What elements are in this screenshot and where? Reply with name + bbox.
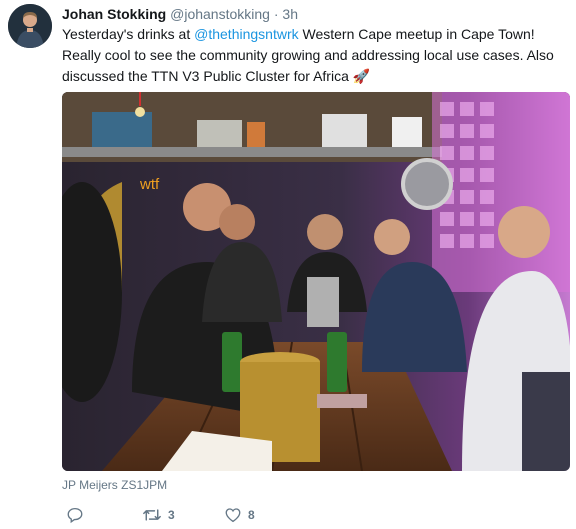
tweet-text: Yesterday's drinks at @thethingsntwrk We… (62, 24, 572, 87)
retweet-button[interactable]: 3 (142, 506, 175, 524)
reply-button[interactable] (66, 506, 84, 524)
tweet-header: Johan Stokking @johanstokking · 3h (62, 6, 298, 23)
tweet-text-start: Yesterday's drinks at (62, 26, 195, 42)
timestamp[interactable]: 3h (282, 6, 298, 22)
user-handle[interactable]: @johanstokking (170, 6, 270, 22)
neon-sign-text: wtf (139, 176, 160, 193)
display-name[interactable]: Johan Stokking (62, 6, 166, 22)
tweet-actions: 3 8 (62, 506, 362, 526)
meetup-photo: wtf (62, 92, 570, 471)
avatar-image (8, 4, 52, 48)
separator-dot: · (273, 6, 279, 22)
heart-icon (225, 508, 241, 523)
tweet-card[interactable]: Johan Stokking @johanstokking · 3h Yeste… (0, 0, 576, 529)
like-button[interactable]: 8 (224, 506, 255, 524)
retweet-icon (143, 509, 161, 521)
retweet-count: 3 (168, 508, 175, 522)
mention-link[interactable]: @thethingsntwrk (194, 26, 298, 42)
photo-credit[interactable]: JP Meijers ZS1JPM (62, 478, 167, 492)
reply-icon (67, 507, 83, 524)
like-count: 8 (248, 508, 255, 522)
tweet-photo[interactable]: wtf (62, 92, 570, 471)
avatar[interactable] (8, 4, 52, 48)
